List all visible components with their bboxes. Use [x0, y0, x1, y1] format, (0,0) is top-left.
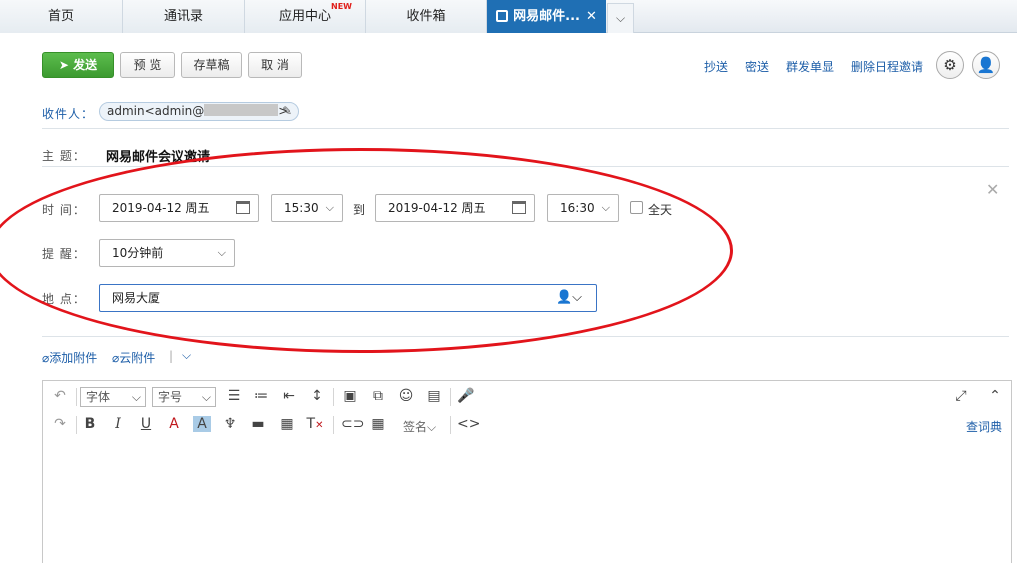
- link-icon[interactable]: ⊂⊃: [341, 416, 364, 432]
- send-button[interactable]: ➤ 发送: [42, 52, 114, 78]
- tab-label: 收件箱: [406, 9, 446, 24]
- list-icon[interactable]: ≔: [252, 388, 270, 404]
- stationery-icon[interactable]: ▤: [425, 388, 443, 404]
- chevron-down-icon[interactable]: ⌵: [607, 3, 634, 33]
- horizontal-line-icon[interactable]: ▬: [249, 416, 267, 432]
- bold-icon[interactable]: B: [81, 416, 99, 432]
- delete-schedule-link[interactable]: 删除日程邀请: [851, 58, 923, 75]
- edit-icon: [496, 10, 509, 22]
- redo-icon[interactable]: ↷: [51, 416, 69, 432]
- tab-app-center[interactable]: 应用中心 NEW: [245, 0, 366, 33]
- subject-label: 主 题：: [42, 149, 86, 163]
- bcc-link[interactable]: 密送: [745, 58, 769, 75]
- compose-window: 首页 通讯录 应用中心 NEW 收件箱 网易邮件... ✕ ⌵ ➤ 发送 预 览 存…: [0, 0, 1017, 563]
- align-icon[interactable]: ☰: [225, 388, 243, 404]
- red-annotation-ellipse: [0, 148, 733, 353]
- add-contact-icon[interactable]: 👤: [972, 51, 1000, 79]
- divider: [42, 128, 1009, 129]
- recipient-chip[interactable]: admin<admin@ > ✎: [99, 102, 299, 121]
- divider: |: [169, 349, 174, 363]
- cc-link[interactable]: 抄送: [704, 58, 728, 75]
- collapse-toolbar-icon[interactable]: ⌃: [986, 388, 1004, 404]
- add-attachment-link[interactable]: ⌀添加附件: [42, 349, 97, 366]
- tab-label: 网易邮件...: [513, 9, 580, 24]
- tab-home[interactable]: 首页: [0, 0, 123, 33]
- recipient-value: admin<admin@: [107, 104, 205, 118]
- send-label: 发送: [73, 58, 98, 72]
- pencil-icon[interactable]: ✎: [282, 103, 292, 120]
- microphone-icon[interactable]: 🎤: [457, 388, 475, 404]
- tab-label: 应用中心: [278, 9, 331, 24]
- emoji-icon[interactable]: ☺: [397, 388, 415, 404]
- recipient-label: 收件人：: [42, 107, 95, 121]
- calendar-icon[interactable]: ▦: [369, 416, 387, 432]
- cloud-attachment-link[interactable]: ⌀云附件: [112, 349, 155, 366]
- save-draft-button[interactable]: 存草稿: [181, 52, 242, 78]
- tab-label: 首页: [47, 9, 74, 24]
- close-icon[interactable]: ✕: [586, 0, 597, 33]
- divider: [450, 388, 451, 406]
- rich-text-editor[interactable]: ↶ ↷ 字体 ⌵ 字号 ⌵ ☰ ≔ ⇤ ↕ ▣ ⧉ ☺ ▤ 🎤 B I U A A …: [42, 380, 1012, 563]
- image-icon[interactable]: ▣: [341, 388, 359, 404]
- gear-icon[interactable]: ⚙: [936, 51, 964, 79]
- cancel-button[interactable]: 取 消: [248, 52, 302, 78]
- format-brush-icon[interactable]: ♆: [221, 416, 239, 432]
- source-code-icon[interactable]: <>: [457, 416, 480, 432]
- chevron-down-icon: ⌵: [201, 390, 211, 404]
- font-label: 字体: [86, 390, 111, 404]
- chevron-down-icon: ⌵: [131, 390, 141, 404]
- preview-button[interactable]: 预 览: [120, 52, 175, 78]
- redacted-block: [204, 104, 279, 116]
- signature-select[interactable]: 签名⌵: [403, 418, 436, 435]
- highlight-icon[interactable]: A: [193, 416, 211, 432]
- divider: [333, 388, 334, 406]
- tab-bar: 首页 通讯录 应用中心 NEW 收件箱 网易邮件... ✕ ⌵: [0, 0, 1017, 33]
- italic-icon[interactable]: I: [109, 416, 127, 432]
- tab-contacts[interactable]: 通讯录: [123, 0, 245, 33]
- undo-icon[interactable]: ↶: [51, 388, 69, 404]
- new-badge: NEW: [331, 2, 352, 11]
- separate-send-link[interactable]: 群发单显: [786, 58, 834, 75]
- clear-format-icon[interactable]: T✕: [306, 416, 324, 432]
- chevron-down-icon[interactable]: ⌵: [182, 348, 191, 363]
- tab-label: 通讯录: [163, 9, 203, 24]
- tab-inbox[interactable]: 收件箱: [366, 0, 487, 33]
- indent-icon[interactable]: ⇤: [280, 388, 298, 404]
- line-height-icon[interactable]: ↕: [308, 388, 326, 404]
- fullscreen-icon[interactable]: ⤢: [952, 388, 970, 404]
- divider: [333, 416, 334, 434]
- paper-plane-icon: ➤: [58, 58, 69, 72]
- font-family-select[interactable]: 字体 ⌵: [80, 387, 146, 407]
- screenshot-icon[interactable]: ⧉: [369, 388, 387, 404]
- font-size-select[interactable]: 字号 ⌵: [152, 387, 216, 407]
- cloud-attachment-label: 云附件: [119, 351, 156, 365]
- divider: [450, 416, 451, 434]
- divider: [76, 416, 77, 434]
- divider: [76, 388, 77, 406]
- underline-icon[interactable]: U: [137, 416, 155, 432]
- close-icon[interactable]: ✕: [986, 180, 999, 199]
- tab-compose[interactable]: 网易邮件... ✕: [487, 0, 606, 33]
- font-color-icon[interactable]: A: [165, 416, 183, 432]
- size-label: 字号: [158, 390, 183, 404]
- add-attachment-label: 添加附件: [49, 351, 98, 365]
- table-icon[interactable]: ▦: [278, 416, 296, 432]
- dictionary-link[interactable]: 查词典: [966, 418, 1002, 435]
- signature-label: 签名: [403, 420, 428, 434]
